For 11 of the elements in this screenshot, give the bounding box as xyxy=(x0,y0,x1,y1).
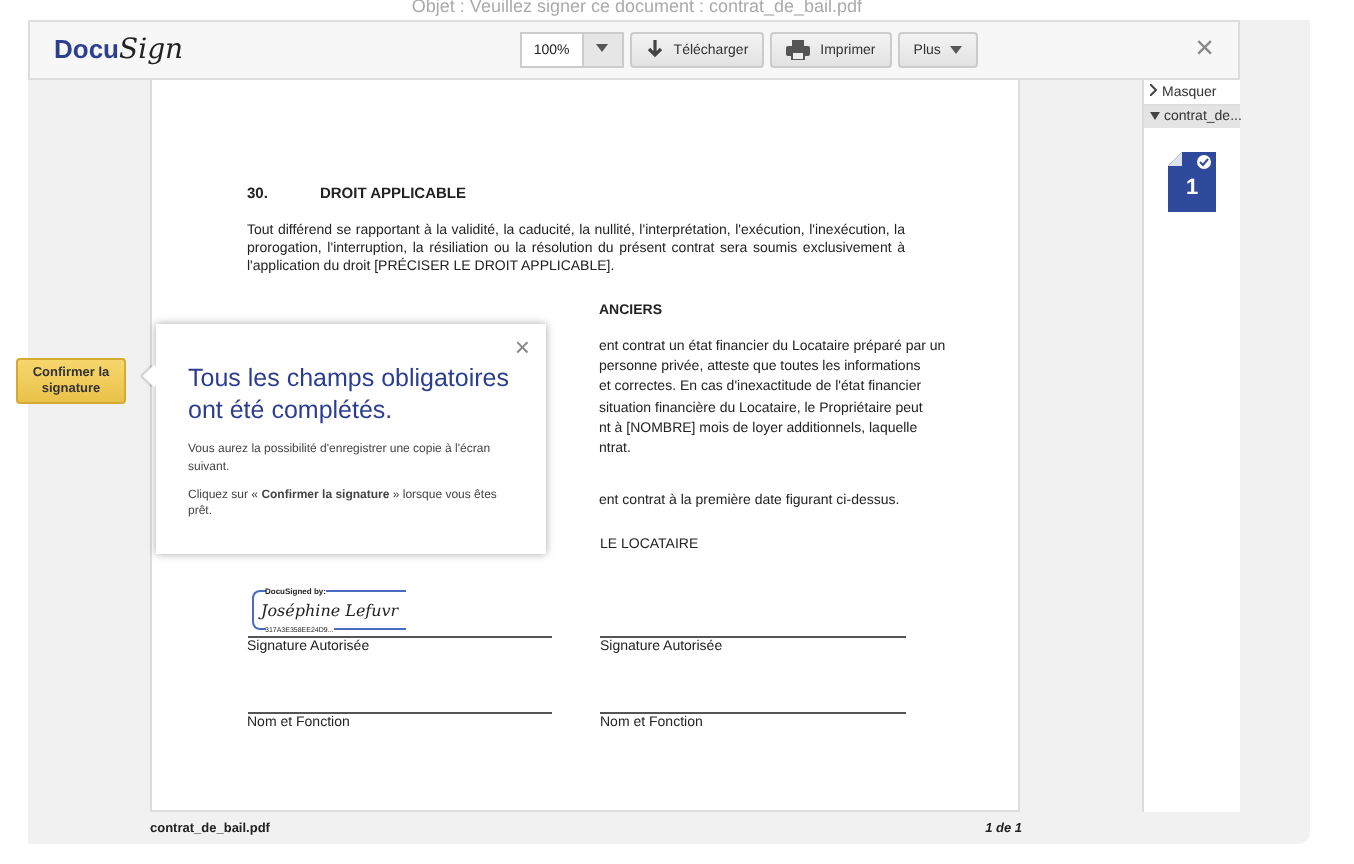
page-thumbnail[interactable]: 1 xyxy=(1168,152,1216,212)
caret-icon xyxy=(1150,112,1160,120)
chevron-icon xyxy=(1150,84,1158,96)
docusign-logo: DocuSign xyxy=(54,34,184,66)
page-icon xyxy=(1168,152,1216,212)
caret-icon xyxy=(950,46,963,54)
page-number: 1 xyxy=(1183,176,1201,200)
download-icon xyxy=(645,40,664,60)
printer-icon xyxy=(786,40,811,60)
close-button[interactable]: × xyxy=(514,332,530,362)
popup-title: Tous les champs obligatoires ont été complétés. xyxy=(188,364,511,427)
